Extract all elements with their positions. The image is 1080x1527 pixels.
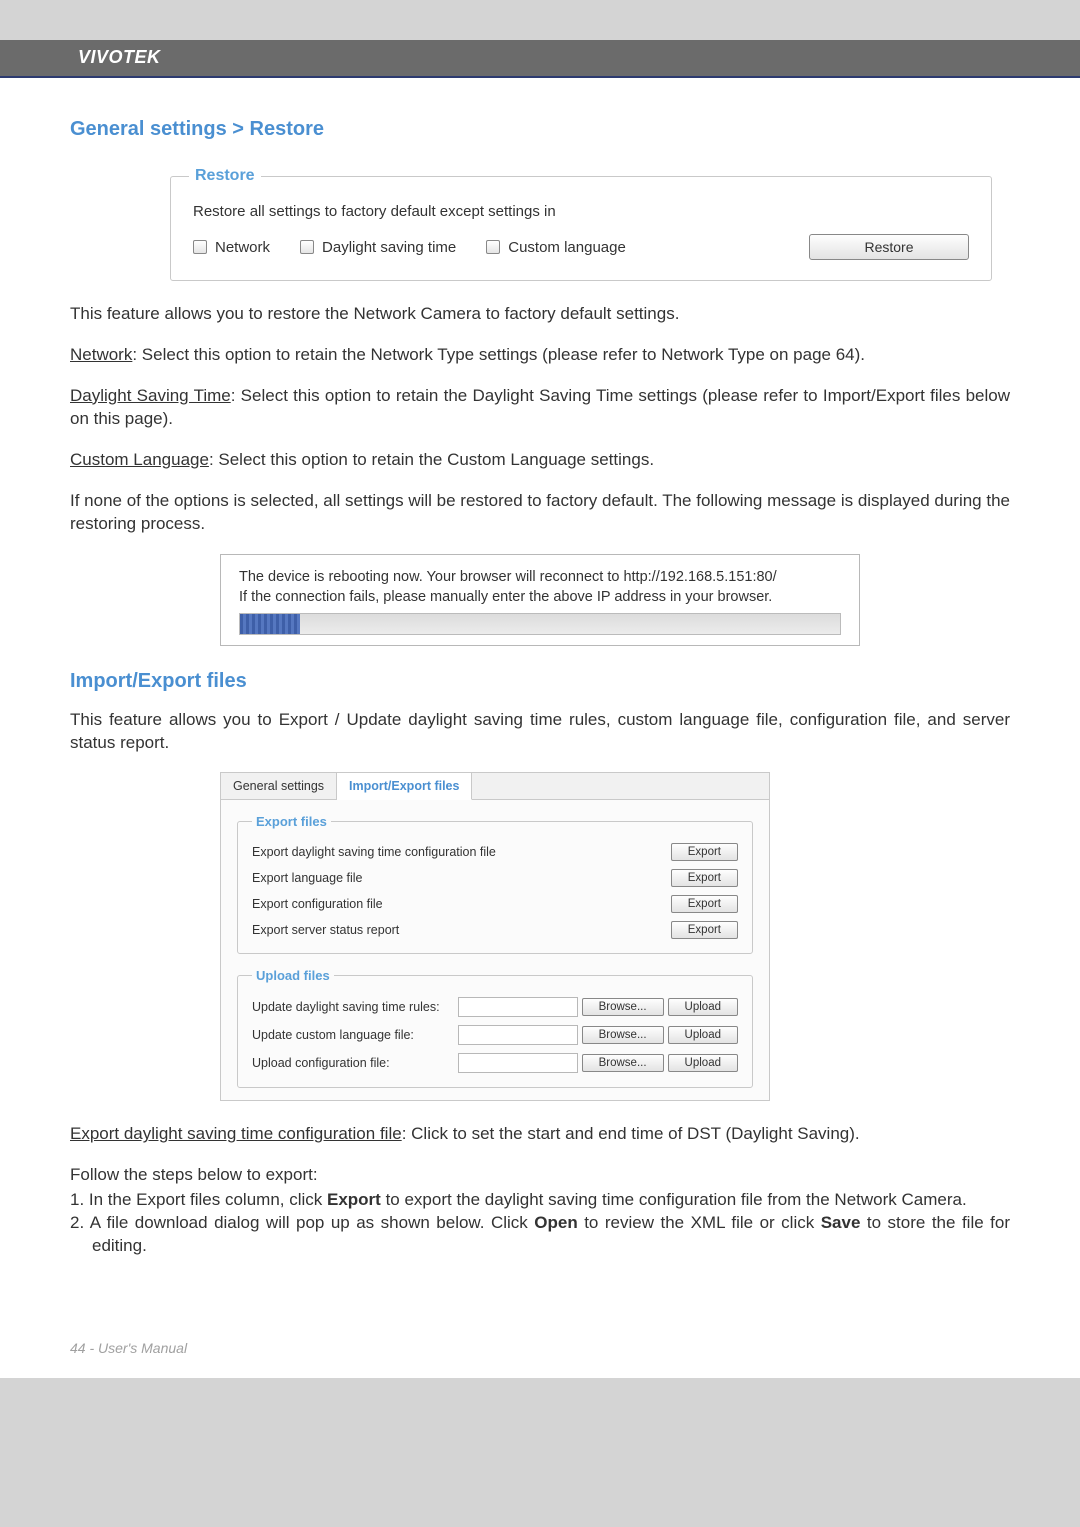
step1-part-a: 1. In the Export files column, click: [70, 1190, 327, 1209]
step2-part-c: to review the XML file or click: [578, 1213, 821, 1232]
export-dst-underline: Export daylight saving time configuratio…: [70, 1124, 402, 1143]
brand-bar: VIVOTEK: [0, 40, 1080, 78]
network-checkbox[interactable]: [193, 240, 207, 254]
custom-language-paragraph: Custom Language: Select this option to r…: [70, 449, 1010, 472]
steps-list: 1. In the Export files column, click Exp…: [70, 1189, 1010, 1258]
network-description: : Select this option to retain the Netwo…: [132, 345, 865, 364]
restore-button[interactable]: Restore: [809, 234, 969, 260]
progress-bar: [239, 613, 841, 635]
page-content: General settings > Restore Restore Resto…: [0, 78, 1080, 1378]
import-export-intro: This feature allows you to Export / Upda…: [70, 709, 1010, 755]
custom-language-checkbox-label: Custom language: [508, 239, 626, 256]
export-files-fieldset: Export files Export daylight saving time…: [237, 814, 753, 954]
dst-checkbox-label: Daylight saving time: [322, 239, 456, 256]
reboot-line1: The device is rebooting now. Your browse…: [239, 569, 841, 585]
progress-fill: [240, 614, 300, 634]
step-1: 1. In the Export files column, click Exp…: [70, 1189, 1010, 1212]
cl-description: : Select this option to retain the Custo…: [209, 450, 654, 469]
restore-description: Restore all settings to factory default …: [193, 203, 969, 220]
step1-part-c: to export the daylight saving time confi…: [381, 1190, 967, 1209]
upload-config-label: Upload configuration file:: [252, 1056, 390, 1070]
page-footer: 44 - User's Manual: [70, 1340, 187, 1356]
export-config-button[interactable]: Export: [671, 895, 738, 913]
upload-config-input[interactable]: [458, 1053, 578, 1073]
export-row-config: Export configuration file Export: [252, 891, 738, 917]
upload-dst-browse-button[interactable]: Browse...: [582, 998, 664, 1016]
step2-save-bold: Save: [821, 1213, 861, 1232]
page-container: VIVOTEK General settings > Restore Resto…: [0, 0, 1080, 1413]
upload-config-upload-button[interactable]: Upload: [668, 1054, 738, 1072]
export-row-dst: Export daylight saving time configuratio…: [252, 839, 738, 865]
step2-part-a: 2. A file download dialog will pop up as…: [70, 1213, 534, 1232]
dst-checkbox[interactable]: [300, 240, 314, 254]
restore-options-row: Network Daylight saving time Custom lang…: [193, 234, 969, 260]
dst-underline: Daylight Saving Time: [70, 386, 231, 405]
custom-language-checkbox[interactable]: [486, 240, 500, 254]
export-row-status: Export server status report Export: [252, 917, 738, 943]
export-legend: Export files: [252, 814, 331, 829]
upload-language-upload-button[interactable]: Upload: [668, 1026, 738, 1044]
upload-dst-label: Update daylight saving time rules:: [252, 1000, 440, 1014]
network-paragraph: Network: Select this option to retain th…: [70, 344, 1010, 367]
export-row-language: Export language file Export: [252, 865, 738, 891]
tab-general-settings[interactable]: General settings: [221, 773, 337, 799]
follow-steps-text: Follow the steps below to export:: [70, 1164, 1010, 1187]
cl-underline: Custom Language: [70, 450, 209, 469]
export-dst-click-paragraph: Export daylight saving time configuratio…: [70, 1123, 1010, 1146]
reboot-message-box: The device is rebooting now. Your browse…: [220, 554, 860, 646]
none-selected-paragraph: If none of the options is selected, all …: [70, 490, 1010, 536]
dst-paragraph: Daylight Saving Time: Select this option…: [70, 385, 1010, 431]
upload-row-config: Upload configuration file: Browse... Upl…: [252, 1049, 738, 1077]
step-2: 2. A file download dialog will pop up as…: [70, 1212, 1010, 1258]
section-title-import-export: Import/Export files: [70, 670, 1010, 693]
upload-language-input[interactable]: [458, 1025, 578, 1045]
restore-fieldset: Restore Restore all settings to factory …: [170, 167, 992, 281]
export-config-label: Export configuration file: [252, 897, 383, 911]
reboot-line2: If the connection fails, please manually…: [239, 589, 841, 605]
network-checkbox-label: Network: [215, 239, 270, 256]
upload-row-language: Update custom language file: Browse... U…: [252, 1021, 738, 1049]
step1-export-bold: Export: [327, 1190, 381, 1209]
upload-dst-input[interactable]: [458, 997, 578, 1017]
upload-config-browse-button[interactable]: Browse...: [582, 1054, 664, 1072]
tab-row: General settings Import/Export files: [221, 773, 769, 800]
export-status-label: Export server status report: [252, 923, 399, 937]
import-export-panel: General settings Import/Export files Exp…: [220, 772, 770, 1101]
export-dst-button[interactable]: Export: [671, 843, 738, 861]
export-dst-click-text: : Click to set the start and end time of…: [402, 1124, 860, 1143]
upload-language-browse-button[interactable]: Browse...: [582, 1026, 664, 1044]
restore-legend: Restore: [189, 167, 261, 185]
export-language-button[interactable]: Export: [671, 869, 738, 887]
upload-row-dst: Update daylight saving time rules: Brows…: [252, 993, 738, 1021]
step2-open-bold: Open: [534, 1213, 577, 1232]
brand-label: VIVOTEK: [78, 47, 161, 67]
export-status-button[interactable]: Export: [671, 921, 738, 939]
network-underline: Network: [70, 345, 132, 364]
upload-legend: Upload files: [252, 968, 334, 983]
export-dst-label: Export daylight saving time configuratio…: [252, 845, 496, 859]
section-title-restore: General settings > Restore: [70, 118, 1010, 141]
intro-paragraph: This feature allows you to restore the N…: [70, 303, 1010, 326]
upload-language-label: Update custom language file:: [252, 1028, 414, 1042]
upload-dst-upload-button[interactable]: Upload: [668, 998, 738, 1016]
upload-files-fieldset: Upload files Update daylight saving time…: [237, 968, 753, 1088]
export-language-label: Export language file: [252, 871, 363, 885]
tab-import-export[interactable]: Import/Export files: [337, 773, 472, 800]
